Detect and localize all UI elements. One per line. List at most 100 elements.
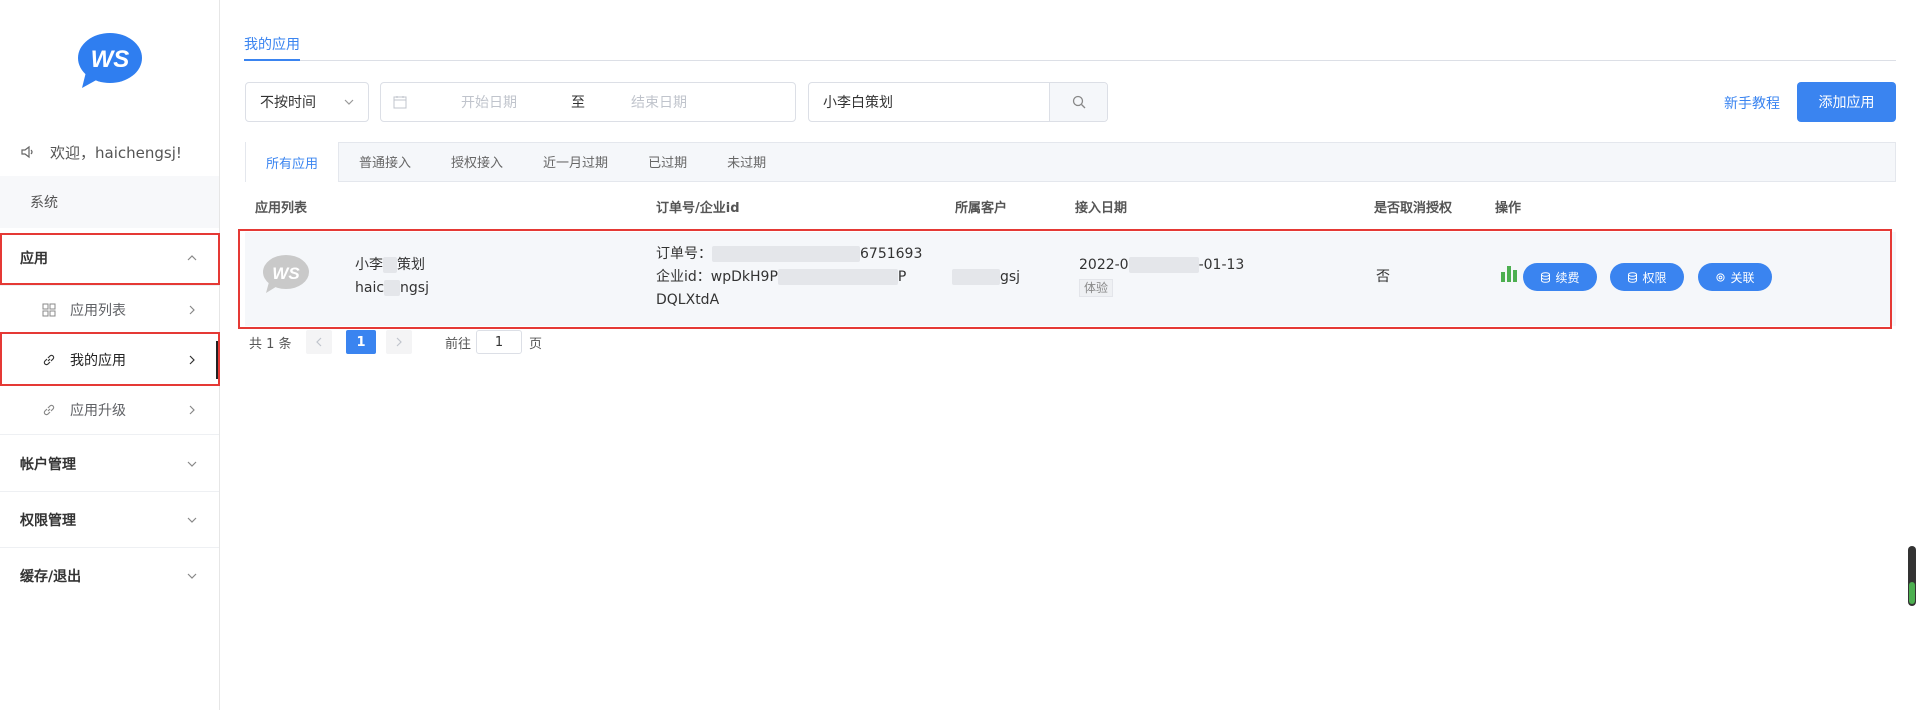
database-icon <box>1541 271 1551 283</box>
table-row: WS 小李 策划 haic ngsj 订单号： 6751693 企业id：wpDkH9… <box>245 232 1896 326</box>
prev-page-button[interactable] <box>306 330 332 354</box>
link-icon <box>43 354 55 366</box>
tab-divider <box>244 60 1896 61</box>
tab-all-apps[interactable]: 所有应用 <box>246 142 340 182</box>
permission-group-label: 权限管理 <box>20 512 76 529</box>
sidebar-group-permission[interactable]: 权限管理 <box>0 492 219 548</box>
speaker-icon <box>21 145 33 159</box>
page-unit-label: 页 <box>529 336 543 352</box>
date-end-input[interactable]: 结束日期 <box>631 92 687 112</box>
column-header-actions: 操作 <box>1495 201 1522 216</box>
app-upgrade-label: 应用升级 <box>70 402 126 419</box>
corp-line2: DQLXtdA <box>656 292 720 308</box>
ws-logo-icon: WS <box>78 33 142 88</box>
column-header-revoked: 是否取消授权 <box>1374 201 1453 216</box>
trial-tag: 体验 <box>1079 279 1114 297</box>
cache-group-label: 缓存/退出 <box>20 569 82 585</box>
customer-suffix: gsj <box>1000 269 1021 285</box>
redacted-block <box>952 269 1000 285</box>
sidebar-item-system[interactable]: 系统 <box>0 176 219 228</box>
goto-label: 前往 <box>445 336 472 352</box>
redacted-block <box>777 269 898 285</box>
revoked-cell: 否 <box>1376 269 1390 285</box>
newbie-tutorial-link[interactable]: 新手教程 <box>1724 93 1780 113</box>
pager-total: 共 1 条 <box>249 336 292 352</box>
chevron-right-icon <box>396 337 402 347</box>
bar-chart-icon[interactable] <box>1500 264 1518 282</box>
chevron-right-icon <box>189 405 195 414</box>
scrollbar-thumb[interactable] <box>1909 582 1915 604</box>
welcome-message: 欢迎，haichengsj! <box>20 140 182 164</box>
redacted-block <box>383 257 397 273</box>
tab-not-expired[interactable]: 未过期 <box>707 142 786 181</box>
tab-expired[interactable]: 已过期 <box>628 142 707 181</box>
tab-normal-access[interactable]: 普通接入 <box>339 142 431 181</box>
apps-group-label: 应用 <box>20 250 48 267</box>
tab-expiring-month[interactable]: 近一月过期 <box>523 142 628 181</box>
search-input[interactable] <box>809 83 1049 121</box>
page-number-current[interactable]: 1 <box>346 330 376 354</box>
customer-cell: gsj <box>952 266 1020 289</box>
app-avatar: WS <box>263 255 309 293</box>
sidebar-group-cache[interactable]: 缓存/退出 <box>0 548 219 604</box>
time-filter-select[interactable]: 不按时间 <box>245 82 369 122</box>
date-start-input[interactable]: 开始日期 <box>461 92 517 112</box>
sidebar: WS 欢迎，haichengsj! 系统 应用 应用列表 我的应用 应用升级 帐… <box>0 0 220 710</box>
database-icon <box>1628 271 1638 283</box>
app-name-cell: 小李 策划 haic ngsj <box>355 254 429 300</box>
chevron-right-icon <box>189 355 195 365</box>
sidebar-item-my-apps[interactable]: 我的应用 <box>0 335 219 385</box>
app-name-line2-a: haic <box>355 280 385 296</box>
link-label: 关联 <box>1730 270 1755 285</box>
avatar-text: WS <box>272 264 300 283</box>
my-apps-label: 我的应用 <box>70 353 126 369</box>
access-date-cell: 2022-0 -01-13 体验 <box>1079 254 1244 300</box>
sidebar-group-apps[interactable]: 应用 <box>0 230 219 286</box>
link-button[interactable]: 关联 <box>1698 263 1772 291</box>
permission-button[interactable]: 权限 <box>1610 263 1684 291</box>
date-separator: 至 <box>571 95 585 111</box>
app-filter-tabs: 所有应用 普通接入 授权接入 近一月过期 已过期 未过期 <box>245 142 1896 182</box>
corp-suffix: P <box>897 269 907 285</box>
order-id-cell: 订单号： 6751693 企业id：wpDkH9P P DQLXtdA <box>656 243 922 312</box>
corp-prefix: wpDkH9P <box>710 269 778 285</box>
search-icon <box>1072 95 1085 109</box>
corp-label: 企业id： <box>656 269 711 285</box>
add-app-button[interactable]: 添加应用 <box>1797 82 1896 122</box>
search-box <box>808 82 1108 122</box>
tab-authorized-access[interactable]: 授权接入 <box>431 142 523 181</box>
order-label: 订单号： <box>656 246 712 262</box>
goto-page-input[interactable] <box>476 330 522 354</box>
tab-active-indicator <box>244 59 300 61</box>
chevron-left-icon <box>316 337 322 347</box>
chevron-down-icon <box>187 461 197 467</box>
column-header-order-id: 订单号/企业id <box>656 201 740 216</box>
app-name-line1-a: 小李 <box>355 257 383 273</box>
permission-label: 权限 <box>1642 270 1667 285</box>
app-name-line1-b: 策划 <box>397 257 425 273</box>
search-button[interactable] <box>1049 83 1107 121</box>
redacted-block <box>712 246 860 262</box>
sidebar-group-account[interactable]: 帐户管理 <box>0 436 219 492</box>
column-header-access-date: 接入日期 <box>1075 201 1128 216</box>
chevron-up-icon <box>187 254 197 260</box>
app-name-line2-b: ngsj <box>400 280 429 296</box>
link-icon <box>43 404 55 415</box>
date-prefix: 2022-0 <box>1079 257 1129 273</box>
redacted-block <box>384 280 401 296</box>
date-range-picker[interactable]: 开始日期 至 结束日期 <box>380 82 796 122</box>
gear-icon <box>1716 272 1726 282</box>
date-suffix: -01-13 <box>1198 257 1245 273</box>
account-group-label: 帐户管理 <box>20 456 76 473</box>
time-filter-value: 不按时间 <box>260 95 316 111</box>
grid-icon <box>42 303 56 317</box>
renew-button[interactable]: 续费 <box>1523 263 1597 291</box>
chevron-down-icon <box>344 99 354 105</box>
order-suffix: 6751693 <box>860 246 923 262</box>
logo-text: WS <box>91 46 130 73</box>
calendar-icon <box>393 96 407 109</box>
next-page-button[interactable] <box>386 330 412 354</box>
tab-my-apps[interactable]: 我的应用 <box>244 34 300 54</box>
sidebar-item-app-list[interactable]: 应用列表 <box>0 285 219 335</box>
sidebar-item-app-upgrade[interactable]: 应用升级 <box>0 385 219 435</box>
